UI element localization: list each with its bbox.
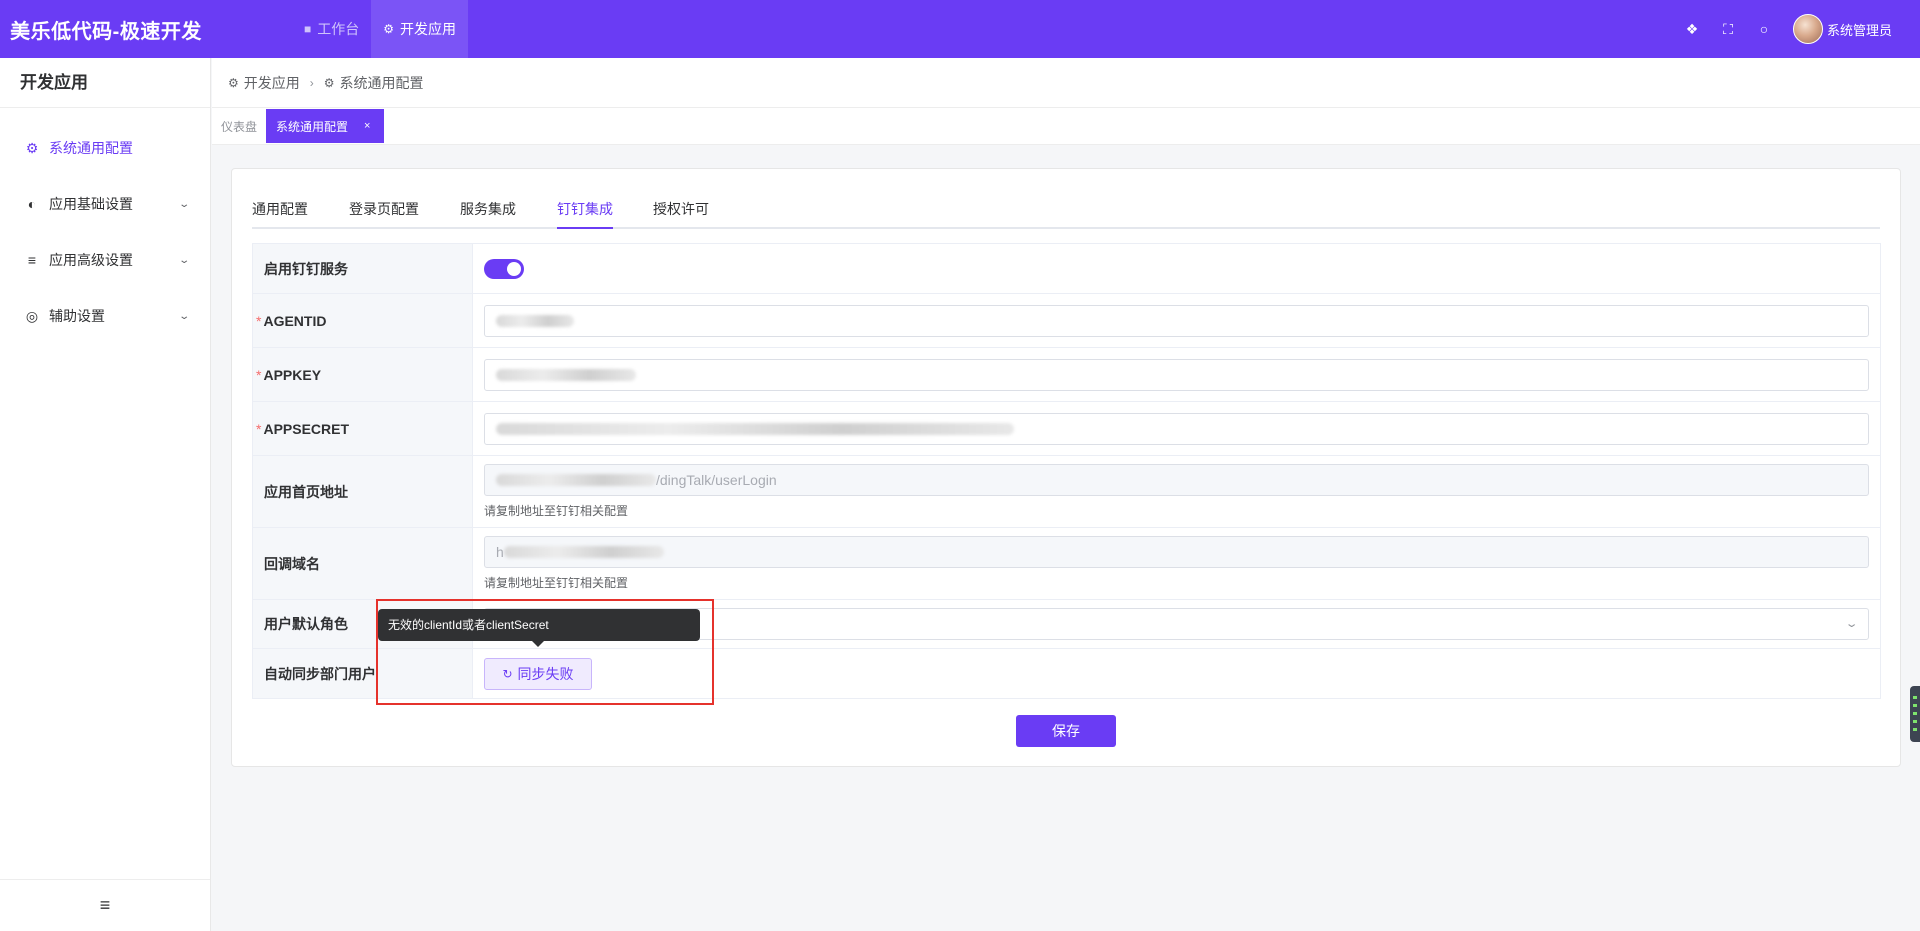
chevron-right-icon: › — [309, 75, 314, 90]
widget-bar — [1913, 712, 1917, 715]
appkey-label: * APPKEY — [253, 348, 473, 401]
sliders-icon: ≡ — [27, 252, 37, 268]
sidebar-item-basic-settings[interactable]: ◐ 应用基础设置 ⌄ — [0, 192, 210, 216]
top-nav: ■ 工作台 ⚙ 开发应用 — [292, 0, 469, 58]
callback-hint: 请复制地址至钉钉相关配置 — [484, 576, 629, 590]
header-right: ❖ ⛶ ○ 系统管理员 — [1685, 0, 1920, 58]
widget-bar — [1913, 704, 1917, 707]
appkey-label-text: APPKEY — [263, 366, 322, 383]
breadcrumb-item[interactable]: 开发应用 — [244, 73, 300, 93]
home-url-hint: 请复制地址至钉钉相关配置 — [484, 504, 629, 518]
translate-icon[interactable]: ❖ — [1685, 21, 1699, 38]
top-nav-workbench[interactable]: ■ 工作台 — [292, 0, 371, 58]
blurred-value — [503, 546, 664, 558]
compass-icon: ◐ — [27, 196, 37, 212]
widget-bar — [1913, 720, 1917, 723]
agentid-label: * AGENTID — [253, 294, 473, 347]
save-button[interactable]: 保存 — [1016, 715, 1116, 747]
tab-license[interactable]: 授权许可 — [653, 189, 709, 229]
form-row-home-url: 应用首页地址 /dingTalk/userLogin 请复制地址至钉钉相关配置 — [253, 456, 1880, 528]
required-mark: * — [256, 312, 262, 329]
sidebar-item-aux-settings[interactable]: ◎ 辅助设置 ⌄ — [0, 304, 210, 328]
enable-label: 启用钉钉服务 — [253, 244, 473, 293]
fullscreen-icon[interactable]: ⛶ — [1721, 21, 1735, 38]
chevron-down-icon: ⌄ — [177, 310, 190, 322]
appkey-input[interactable] — [484, 358, 1869, 391]
appsecret-label: * APPSECRET — [253, 402, 473, 455]
sidebar-item-advanced-settings[interactable]: ≡ 应用高级设置 ⌄ — [0, 248, 210, 272]
sidebar-collapse-button[interactable]: ≡ — [0, 879, 210, 931]
sidebar-item-system-config[interactable]: ⚙ 系统通用配置 — [0, 136, 210, 160]
sidebar-title: 开发应用 — [0, 58, 210, 108]
close-icon[interactable]: × — [364, 120, 370, 132]
sidebar-item-label: 系统通用配置 — [49, 140, 133, 156]
tab-login-page[interactable]: 登录页配置 — [349, 189, 419, 229]
form-row-appsecret: * APPSECRET — [253, 402, 1880, 456]
agentid-label-text: AGENTID — [263, 312, 327, 329]
form-row-callback: 回调域名 h 请复制地址至钉钉相关配置 — [253, 528, 1880, 600]
blurred-value — [496, 474, 656, 486]
breadcrumb: ⚙ 开发应用 › ⚙ 系统通用配置 — [212, 58, 1920, 108]
active-tab-indicator — [557, 227, 613, 229]
app-logo-title: 美乐低代码-极速开发 — [10, 20, 202, 43]
form-row-agentid: * AGENTID — [253, 294, 1880, 348]
chevron-down-icon: ⌄ — [177, 254, 190, 266]
appsecret-label-text: APPSECRET — [263, 420, 350, 437]
avatar — [1792, 14, 1823, 44]
user-name: 系统管理员 — [1826, 22, 1892, 38]
tag-dashboard[interactable]: 仪表盘 — [221, 118, 257, 135]
home-url-input[interactable]: /dingTalk/userLogin — [484, 464, 1869, 496]
top-nav-label: 开发应用 — [400, 21, 457, 37]
widget-bar — [1913, 728, 1917, 731]
widget-bar — [1913, 696, 1917, 699]
sidebar: 开发应用 ⚙ 系统通用配置 ◐ 应用基础设置 ⌄ ≡ 应用高级设置 ⌄ ◎ 辅助… — [0, 58, 211, 931]
callback-input[interactable]: h — [484, 536, 1869, 568]
monitor-icon: ■ — [304, 22, 312, 36]
lifebuoy-icon: ◎ — [25, 307, 39, 324]
highlight-box — [376, 599, 714, 705]
gear-icon: ⚙ — [228, 75, 239, 90]
sidebar-item-label: 应用高级设置 — [49, 252, 133, 268]
gear-icon: ⚙ — [383, 22, 395, 36]
collapse-icon: ≡ — [99, 895, 111, 915]
user-menu[interactable]: 系统管理员 — [1792, 14, 1892, 44]
sidebar-item-label: 应用基础设置 — [49, 196, 133, 212]
top-nav-label: 工作台 — [317, 21, 360, 37]
home-url-suffix: /dingTalk/userLogin — [656, 472, 777, 488]
blurred-value — [496, 368, 636, 381]
side-widget[interactable] — [1910, 686, 1920, 742]
message-icon[interactable]: ○ — [1757, 21, 1771, 37]
form-row-enable: 启用钉钉服务 — [253, 244, 1880, 294]
appsecret-input[interactable] — [484, 412, 1869, 445]
chevron-down-icon: ⌄ — [177, 198, 190, 210]
gear-icon: ⚙ — [25, 139, 39, 156]
form-row-appkey: * APPKEY — [253, 348, 1880, 402]
top-header: 美乐低代码-极速开发 ■ 工作台 ⚙ 开发应用 ❖ ⛶ ○ 系统管理员 — [0, 0, 1920, 58]
tab-service-integration[interactable]: 服务集成 — [460, 189, 516, 229]
tab-dingtalk[interactable]: 钉钉集成 — [557, 189, 613, 229]
required-mark: * — [256, 420, 262, 437]
tabs: 通用配置 登录页配置 服务集成 钉钉集成 授权许可 — [252, 189, 1880, 229]
tag-bar: 仪表盘 系统通用配置 × — [212, 108, 1920, 145]
breadcrumb-item: 系统通用配置 — [339, 74, 424, 91]
callback-prefix: h — [496, 544, 504, 560]
gear-icon: ⚙ — [323, 75, 335, 90]
blurred-value — [496, 314, 574, 327]
tag-system-config[interactable]: 系统通用配置 × — [266, 109, 385, 143]
required-mark: * — [256, 366, 262, 383]
chevron-down-icon: ⌄ — [1844, 618, 1859, 630]
switch-knob — [507, 261, 521, 276]
tag-label: 系统通用配置 — [276, 119, 349, 134]
blurred-value — [496, 422, 1014, 435]
tab-general[interactable]: 通用配置 — [252, 189, 308, 229]
home-url-label: 应用首页地址 — [253, 456, 473, 527]
sidebar-item-label: 辅助设置 — [49, 308, 105, 324]
top-nav-dev-app[interactable]: ⚙ 开发应用 — [371, 0, 469, 58]
enable-dingtalk-switch[interactable] — [484, 258, 524, 279]
callback-label: 回调域名 — [253, 528, 473, 599]
agentid-input[interactable] — [484, 304, 1869, 337]
